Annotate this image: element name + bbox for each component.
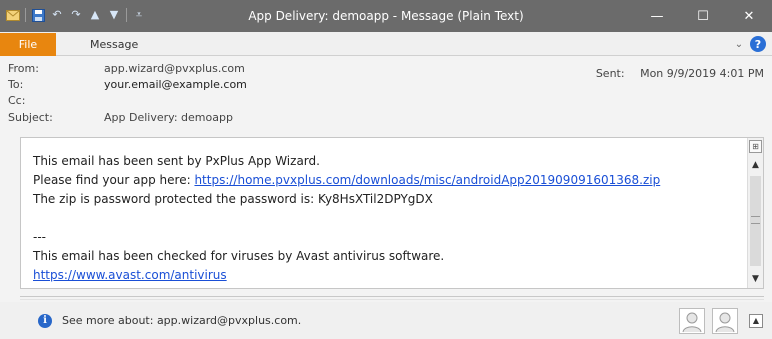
quick-access-toolbar: ↶ ↷ ▲ ▼ ⩡ <box>6 8 146 22</box>
title-bar: ↶ ↷ ▲ ▼ ⩡ App Delivery: demoapp - Messag… <box>0 0 772 32</box>
avatar[interactable] <box>679 308 705 334</box>
toolbar-separator <box>25 8 26 22</box>
avatar[interactable] <box>712 308 738 334</box>
person-icon <box>715 312 735 333</box>
tab-message[interactable]: Message <box>90 33 138 56</box>
cc-label: Cc: <box>8 94 26 107</box>
help-icon[interactable]: ? <box>750 36 766 52</box>
avast-link[interactable]: https://www.avast.com/antivirus <box>33 268 227 282</box>
scroll-down-icon[interactable]: ▼ <box>749 272 762 286</box>
body-line: The zip is password protected the passwo… <box>33 192 433 206</box>
tab-file[interactable]: File <box>0 33 56 56</box>
from-label: From: <box>8 62 39 75</box>
envelope-icon[interactable] <box>6 8 20 22</box>
ribbon-controls: ⌄ ? <box>732 36 766 52</box>
download-link[interactable]: https://home.pvxplus.com/downloads/misc/… <box>194 173 660 187</box>
grip-icon <box>751 216 760 224</box>
window-controls: — ☐ ✕ <box>634 0 772 32</box>
customize-icon[interactable]: ⩡ <box>132 8 146 22</box>
body-line: This email has been checked for viruses … <box>33 249 445 263</box>
down-arrow-icon[interactable]: ▼ <box>107 8 121 22</box>
redo-icon[interactable]: ↷ <box>69 8 83 22</box>
subject-label: Subject: <box>8 111 53 124</box>
body-line: Please find your app here: https://home.… <box>33 171 660 190</box>
zoom-icon[interactable]: ⊞ <box>749 140 762 153</box>
maximize-button[interactable]: ☐ <box>680 0 726 32</box>
signature-separator: --- <box>33 230 46 244</box>
vertical-scrollbar[interactable]: ⊞ ▲ ▼ <box>747 138 763 288</box>
minimize-button[interactable]: — <box>634 0 680 32</box>
body-line: https://www.avast.com/antivirus <box>33 266 660 285</box>
body-line: This email has been sent by PxPlus App W… <box>33 154 320 168</box>
save-icon[interactable] <box>31 8 45 22</box>
see-more-text[interactable]: See more about: app.wizard@pvxplus.com. <box>62 314 301 328</box>
person-icon <box>682 312 702 333</box>
ribbon-tabs: File Message ⌄ ? <box>0 32 772 56</box>
message-body[interactable]: This email has been sent by PxPlus App W… <box>20 137 764 289</box>
expand-people-pane-button[interactable]: ▲ <box>749 314 763 328</box>
message-headers: From: app.wizard@pvxplus.com To: your.em… <box>0 57 772 134</box>
from-value[interactable]: app.wizard@pvxplus.com <box>104 61 245 77</box>
up-arrow-icon[interactable]: ▲ <box>88 8 102 22</box>
pane-splitter[interactable] <box>20 296 764 300</box>
people-pane: i See more about: app.wizard@pvxplus.com… <box>0 302 772 339</box>
close-button[interactable]: ✕ <box>726 0 772 32</box>
undo-icon[interactable]: ↶ <box>50 8 64 22</box>
sent-info: Sent: Mon 9/9/2019 4:01 PM <box>596 67 764 80</box>
sent-label: Sent: <box>595 67 625 80</box>
info-icon: i <box>38 314 52 328</box>
message-text: This email has been sent by PxPlus App W… <box>33 152 660 285</box>
body-text: Please find your app here: <box>33 173 195 187</box>
subject-value: App Delivery: demoapp <box>104 111 233 124</box>
scroll-up-icon[interactable]: ▲ <box>749 158 762 172</box>
chevron-down-icon[interactable]: ⌄ <box>732 37 746 51</box>
to-value[interactable]: your.email@example.com <box>104 77 247 93</box>
sent-value: Mon 9/9/2019 4:01 PM <box>640 67 764 80</box>
to-label: To: <box>8 78 24 91</box>
toolbar-separator <box>126 8 127 22</box>
